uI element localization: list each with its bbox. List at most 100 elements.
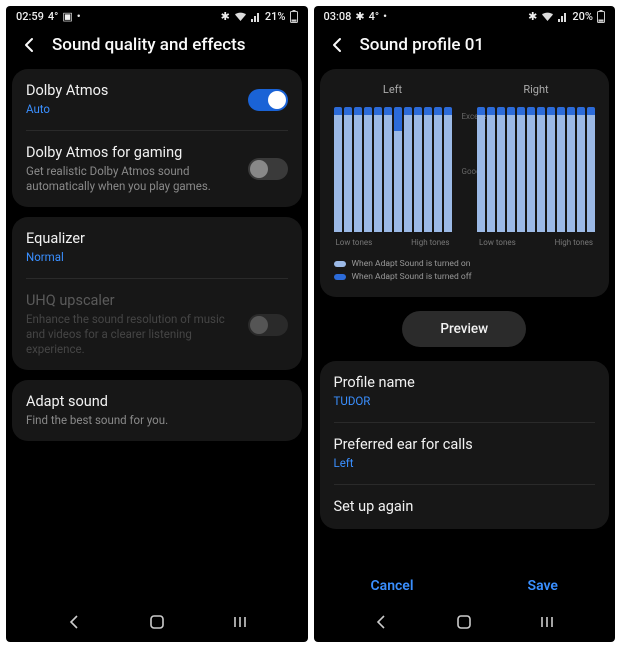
profile-settings-group: Profile name TUDOR Preferred ear for cal…: [320, 361, 610, 529]
chart-right-ear: Right Low tones High tones: [477, 83, 595, 247]
status-time: 02:59: [16, 10, 44, 23]
wifi-icon: [234, 12, 247, 22]
legend-text: When Adapt Sound is turned off: [352, 272, 472, 282]
chart-bar: [507, 102, 515, 232]
settings-group-3: Adapt sound Find the best sound for you.: [12, 380, 302, 441]
status-temp: 4°: [369, 10, 379, 23]
row-sub: Normal: [26, 250, 288, 265]
chart-bar: [334, 102, 342, 232]
chart-legend: When Adapt Sound is turned on When Adapt…: [334, 259, 596, 282]
battery-pct: 20%: [572, 10, 593, 23]
row-dolby-atmos[interactable]: Dolby Atmos Auto: [26, 69, 288, 131]
bluetooth-icon: ✱: [355, 10, 364, 23]
row-uhq-upscaler: UHQ upscaler Enhance the sound resolutio…: [26, 279, 288, 370]
chart-left-ear: Left Low tones High tones: [334, 83, 452, 247]
toggle-dolby-atmos[interactable]: [248, 89, 288, 111]
row-sub: TUDOR: [334, 394, 596, 409]
row-label: Set up again: [334, 498, 596, 516]
preview-button[interactable]: Preview: [402, 311, 526, 347]
x-high: High tones: [555, 238, 593, 247]
page-title: Sound quality and effects: [52, 35, 246, 55]
x-low: Low tones: [336, 238, 373, 247]
toggle-dolby-gaming[interactable]: [248, 158, 288, 180]
settings-group-2: Equalizer Normal UHQ upscaler Enhance th…: [12, 217, 302, 370]
bluetooth-icon: ✱: [221, 10, 230, 23]
battery-icon: [290, 10, 298, 23]
signal-icon: [251, 12, 261, 22]
page-title: Sound profile 01: [360, 35, 485, 55]
nav-back-icon[interactable]: [372, 613, 390, 631]
nav-recents-icon[interactable]: [538, 613, 556, 631]
chart-bar: [394, 102, 402, 232]
status-dot-icon: •: [383, 10, 387, 23]
signal-icon: [558, 12, 568, 22]
chart-title-right: Right: [477, 83, 595, 96]
row-preferred-ear[interactable]: Preferred ear for calls Left: [334, 423, 596, 485]
status-dot-icon: •: [77, 10, 81, 23]
android-navbar: [314, 602, 616, 642]
row-label: Dolby Atmos: [26, 82, 238, 100]
nav-home-icon[interactable]: [148, 613, 166, 631]
chart-bar: [414, 102, 422, 232]
hearing-chart-card: Left Low tones High tones Excellent Good: [320, 69, 610, 297]
chart-bar: [567, 102, 575, 232]
row-label: Preferred ear for calls: [334, 436, 596, 454]
chart-title-left: Left: [334, 83, 452, 96]
save-button[interactable]: Save: [528, 578, 558, 594]
row-label: Equalizer: [26, 230, 288, 248]
back-button[interactable]: [20, 36, 38, 54]
chart-bar: [477, 102, 485, 232]
chart-bar: [577, 102, 585, 232]
x-low: Low tones: [479, 238, 516, 247]
back-button[interactable]: [328, 36, 346, 54]
status-temp: 4°: [48, 10, 58, 23]
battery-icon: [597, 10, 605, 23]
legend-swatch-off: [334, 274, 346, 280]
toggle-uhq: [248, 314, 288, 336]
wifi-icon: [541, 12, 554, 22]
legend-swatch-on: [334, 261, 346, 267]
chart-bar: [374, 102, 382, 232]
page-header: Sound quality and effects: [6, 25, 308, 69]
chart-bar: [354, 102, 362, 232]
bluetooth-icon: ✱: [528, 10, 537, 23]
status-bar: 03:08 ✱ 4° • ✱ 20%: [314, 6, 616, 25]
row-setup-again[interactable]: Set up again: [334, 485, 596, 529]
row-sub: Auto: [26, 102, 238, 117]
status-time: 03:08: [324, 10, 352, 23]
row-sub: Get realistic Dolby Atmos sound automati…: [26, 164, 238, 194]
chart-bar: [404, 102, 412, 232]
chart-bar: [557, 102, 565, 232]
row-label: Profile name: [334, 374, 596, 392]
row-label: Dolby Atmos for gaming: [26, 144, 238, 162]
row-profile-name[interactable]: Profile name TUDOR: [334, 361, 596, 423]
row-dolby-gaming[interactable]: Dolby Atmos for gaming Get realistic Dol…: [26, 131, 288, 207]
ylab-excellent: Excellent: [462, 112, 468, 121]
chart-y-labels: Excellent Good: [462, 83, 468, 229]
chart-bar: [547, 102, 555, 232]
cancel-button[interactable]: Cancel: [371, 578, 414, 594]
chart-bar: [527, 102, 535, 232]
android-navbar: [6, 602, 308, 642]
nav-home-icon[interactable]: [455, 613, 473, 631]
nav-recents-icon[interactable]: [231, 613, 249, 631]
status-image-icon: ▣: [62, 10, 72, 23]
row-adapt-sound[interactable]: Adapt sound Find the best sound for you.: [26, 380, 288, 441]
chart-bar: [424, 102, 432, 232]
action-bar: Cancel Save: [314, 566, 616, 602]
chart-bar: [384, 102, 392, 232]
chart-bar: [497, 102, 505, 232]
row-label: UHQ upscaler: [26, 292, 238, 310]
chart-bar: [344, 102, 352, 232]
row-equalizer[interactable]: Equalizer Normal: [26, 217, 288, 279]
chart-bar: [434, 102, 442, 232]
chart-bar: [517, 102, 525, 232]
x-high: High tones: [411, 238, 449, 247]
phone-left: 02:59 4° ▣ • ✱ 21% Sound quality and eff…: [6, 6, 308, 642]
row-sub: Left: [334, 456, 596, 471]
battery-pct: 21%: [265, 10, 286, 23]
page-header: Sound profile 01: [314, 25, 616, 69]
row-sub: Find the best sound for you.: [26, 413, 288, 428]
row-sub: Enhance the sound resolution of music an…: [26, 312, 238, 357]
nav-back-icon[interactable]: [65, 613, 83, 631]
